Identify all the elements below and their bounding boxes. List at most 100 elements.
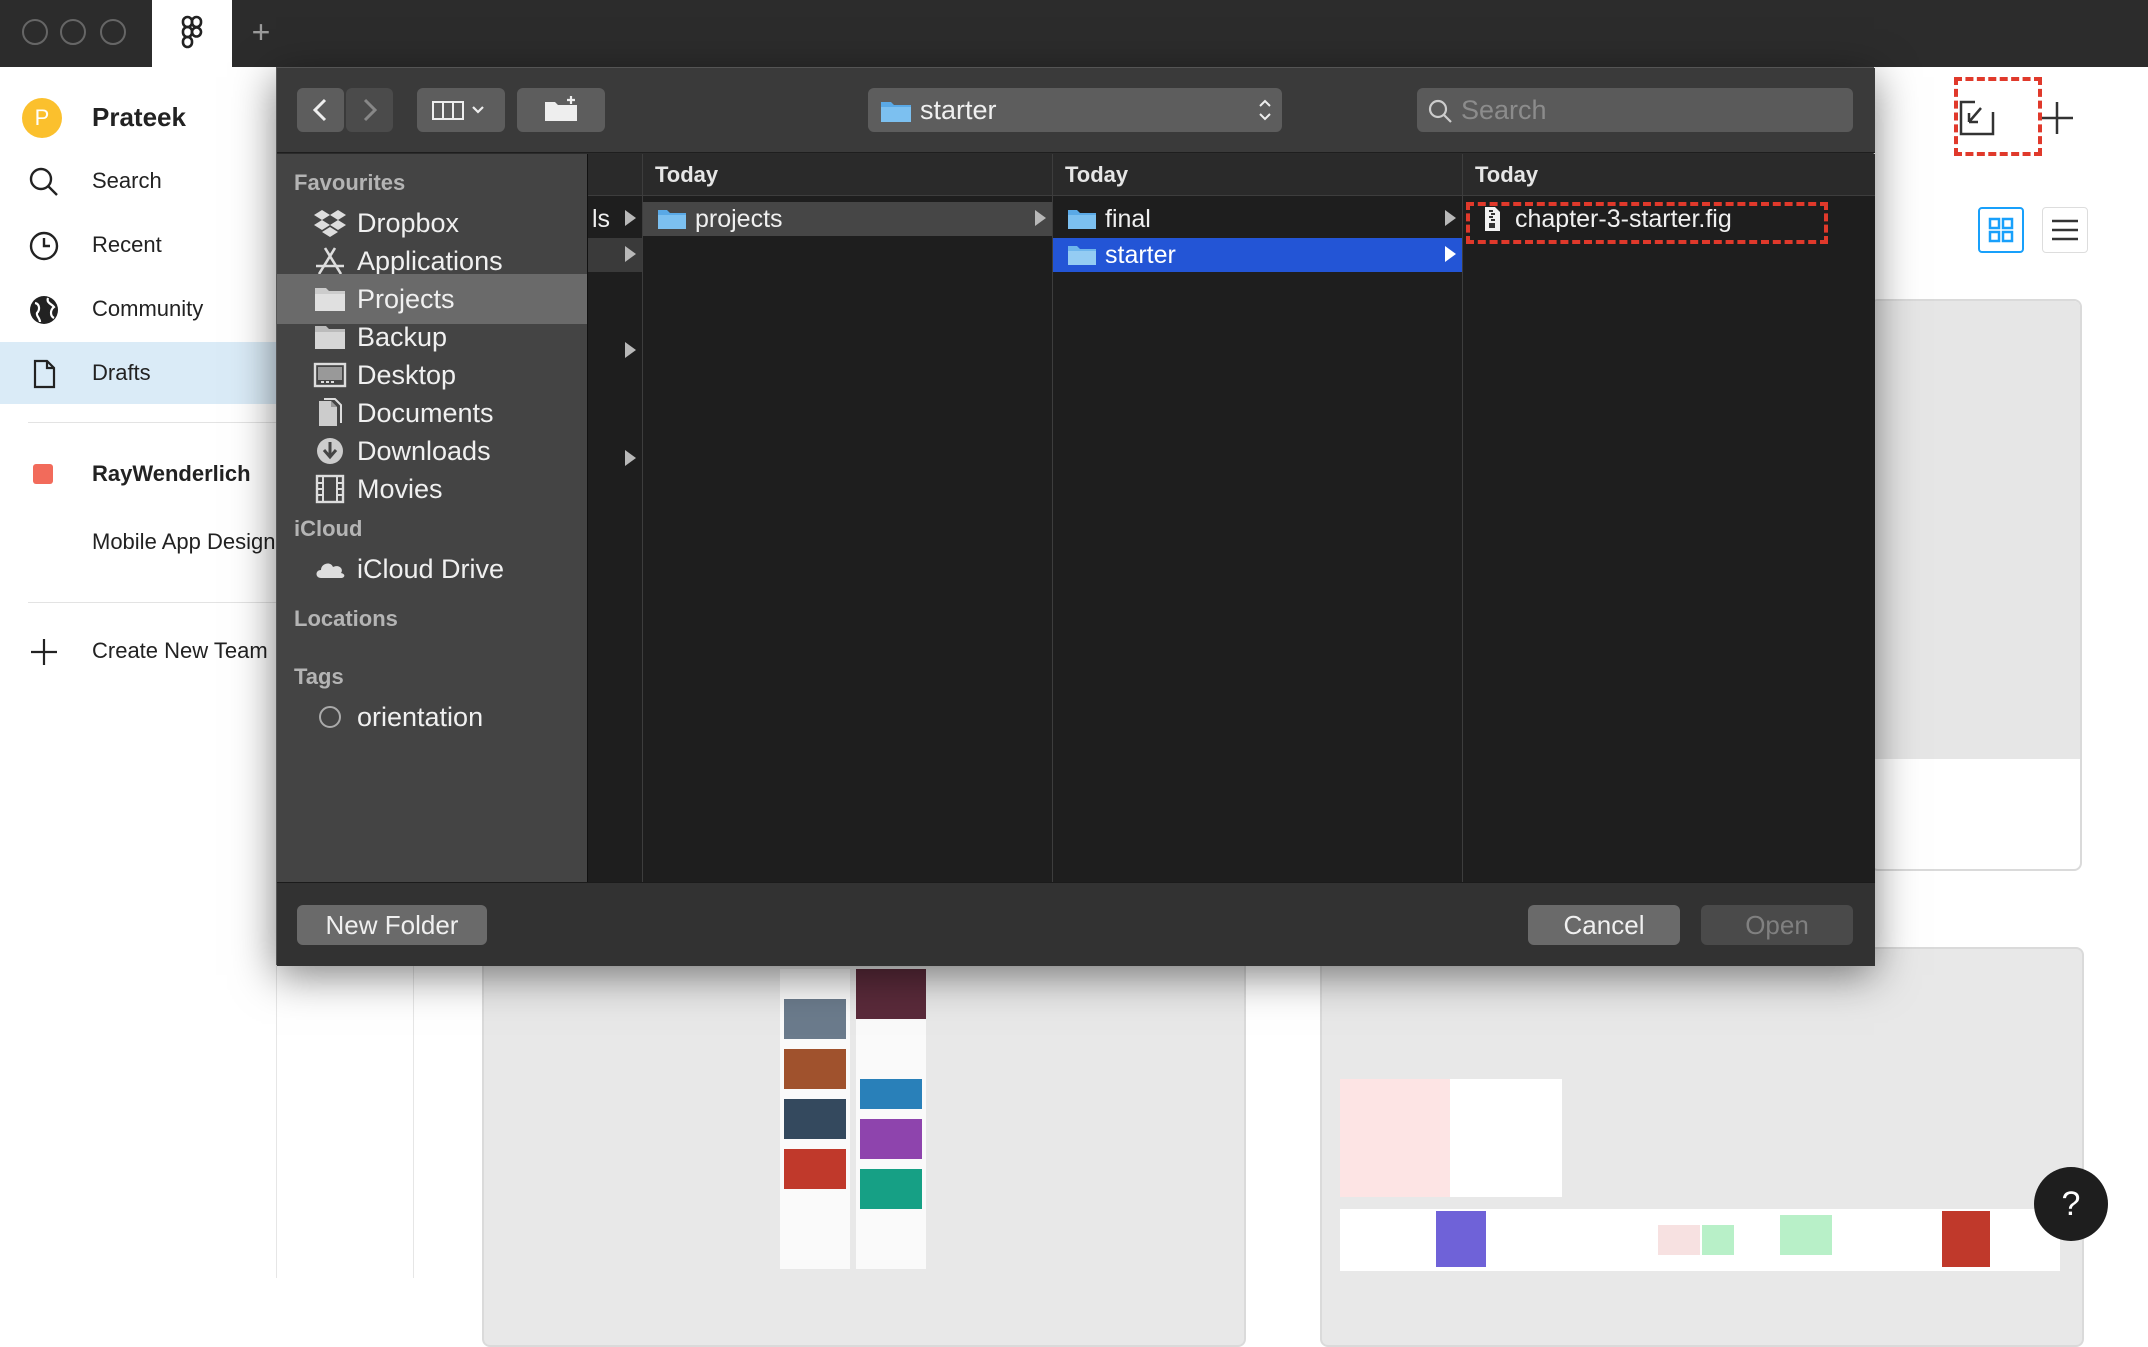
column-browser: ls Today projects Today final starter To… bbox=[587, 154, 1875, 882]
downloads-icon bbox=[317, 438, 343, 464]
window-minimize-button[interactable] bbox=[60, 19, 86, 45]
search-input[interactable] bbox=[1461, 88, 1841, 132]
chevron-right-icon bbox=[1445, 210, 1456, 226]
file-card[interactable] bbox=[482, 947, 1246, 1347]
browser-column: Today final starter bbox=[1052, 154, 1462, 882]
highlight-starter-file bbox=[1466, 202, 1828, 244]
list-view-button[interactable] bbox=[2042, 207, 2088, 253]
location-popup[interactable]: starter bbox=[868, 88, 1282, 132]
document-icon bbox=[33, 359, 56, 389]
folder-icon bbox=[1068, 210, 1096, 229]
column-header-label: Today bbox=[1065, 162, 1129, 187]
sidebar-item-label: Movies bbox=[357, 474, 443, 504]
cancel-button[interactable]: Cancel bbox=[1528, 905, 1680, 945]
applications-icon bbox=[316, 247, 344, 275]
browser-column: Today chapter-3-starter.fig bbox=[1462, 154, 1875, 882]
window-close-button[interactable] bbox=[22, 19, 48, 45]
figma-logo-icon bbox=[181, 15, 203, 49]
column-header: Today bbox=[643, 154, 1052, 196]
list-item[interactable]: projects bbox=[643, 202, 1052, 236]
location-label: starter bbox=[920, 95, 997, 125]
browser-column: ls bbox=[587, 154, 642, 882]
tag-circle-icon bbox=[319, 706, 341, 728]
list-item[interactable] bbox=[588, 238, 642, 272]
file-thumbnail bbox=[1340, 1209, 2060, 1271]
view-mode-button[interactable] bbox=[417, 88, 505, 132]
chevron-right-icon bbox=[625, 210, 636, 226]
window-maximize-button[interactable] bbox=[100, 19, 126, 45]
grid-view-button[interactable] bbox=[1978, 207, 2024, 253]
chevron-right-icon bbox=[1035, 210, 1046, 226]
nav-community[interactable]: Community bbox=[0, 278, 276, 340]
list-item[interactable]: starter bbox=[1053, 238, 1462, 272]
column-header-label: Today bbox=[655, 162, 719, 187]
column-header-label: Today bbox=[1475, 162, 1539, 187]
documents-icon bbox=[319, 398, 342, 426]
desktop-icon bbox=[313, 362, 347, 388]
chevron-updown-icon bbox=[1259, 99, 1271, 121]
team-name: RayWenderlich bbox=[92, 461, 251, 486]
column-header bbox=[588, 154, 642, 196]
sidebar-item-movies[interactable]: Movies bbox=[277, 464, 587, 514]
chevron-left-icon bbox=[312, 98, 327, 122]
left-sidebar: P Prateek Search Recent Community Drafts… bbox=[0, 67, 276, 1278]
back-button[interactable] bbox=[297, 88, 344, 132]
list-item[interactable]: final bbox=[1053, 202, 1462, 236]
search-field[interactable] bbox=[1417, 88, 1853, 132]
folder-icon bbox=[881, 102, 911, 122]
plus-icon bbox=[31, 639, 57, 665]
file-card[interactable] bbox=[1870, 299, 2082, 871]
project-name: Mobile App Design bbox=[92, 529, 276, 554]
browser-column: Today projects bbox=[642, 154, 1052, 882]
dropbox-icon bbox=[314, 210, 346, 237]
nav-drafts[interactable]: Drafts bbox=[0, 342, 276, 404]
sidebar-item-icloud-drive[interactable]: iCloud Drive bbox=[277, 544, 587, 594]
file-thumbnail bbox=[856, 969, 926, 1269]
locations-heading: Locations bbox=[294, 606, 398, 631]
create-team-button[interactable]: Create New Team bbox=[0, 620, 276, 682]
project-item[interactable]: Mobile App Design bbox=[0, 511, 276, 573]
forward-button[interactable] bbox=[346, 88, 393, 132]
list-item[interactable] bbox=[588, 442, 642, 476]
file-thumbnail bbox=[1872, 301, 2080, 759]
chevron-right-icon bbox=[625, 246, 636, 262]
file-card[interactable] bbox=[1320, 947, 2084, 1347]
figma-home-tab[interactable] bbox=[152, 0, 232, 67]
file-thumbnail bbox=[780, 969, 850, 1269]
icloud-heading: iCloud bbox=[294, 516, 363, 541]
team-raywenderlich[interactable]: RayWenderlich bbox=[0, 443, 276, 505]
avatar: P bbox=[22, 98, 62, 138]
chevron-right-icon bbox=[625, 450, 636, 466]
tags-heading: Tags bbox=[294, 664, 344, 689]
new-folder-icon bbox=[545, 96, 577, 121]
folder-icon bbox=[315, 288, 345, 311]
grid-icon bbox=[1988, 217, 2014, 243]
folder-icon bbox=[658, 210, 686, 229]
new-folder-toolbar-button[interactable] bbox=[517, 88, 605, 132]
account-menu[interactable]: P Prateek bbox=[0, 86, 276, 148]
chevron-right-icon bbox=[1445, 246, 1456, 262]
sidebar-item-label: iCloud Drive bbox=[357, 554, 505, 584]
dialog-footer: New Folder Cancel Open bbox=[277, 882, 1875, 966]
chevron-right-icon bbox=[363, 98, 378, 122]
folder-icon bbox=[315, 326, 345, 349]
list-item[interactable]: ls bbox=[588, 202, 642, 236]
dialog-toolbar: starter bbox=[277, 68, 1875, 153]
movies-icon bbox=[315, 474, 345, 504]
file-thumbnail bbox=[1340, 1079, 1562, 1197]
list-item[interactable] bbox=[588, 334, 642, 368]
nav-search[interactable]: Search bbox=[0, 150, 276, 212]
new-tab-button[interactable]: + bbox=[246, 12, 276, 52]
search-icon bbox=[1428, 99, 1452, 123]
globe-icon bbox=[30, 296, 58, 324]
nav-recent[interactable]: Recent bbox=[0, 214, 276, 276]
item-label: ls bbox=[592, 205, 611, 233]
item-label: final bbox=[1105, 205, 1151, 233]
help-button[interactable]: ? bbox=[2034, 1167, 2108, 1241]
favourites-heading: Favourites bbox=[294, 170, 406, 195]
open-button[interactable]: Open bbox=[1701, 905, 1853, 945]
sidebar-item-tag-orientation[interactable]: orientation bbox=[277, 692, 587, 742]
item-label: starter bbox=[1105, 241, 1176, 269]
column-header: Today bbox=[1463, 154, 1875, 196]
new-folder-button[interactable]: New Folder bbox=[297, 905, 487, 945]
